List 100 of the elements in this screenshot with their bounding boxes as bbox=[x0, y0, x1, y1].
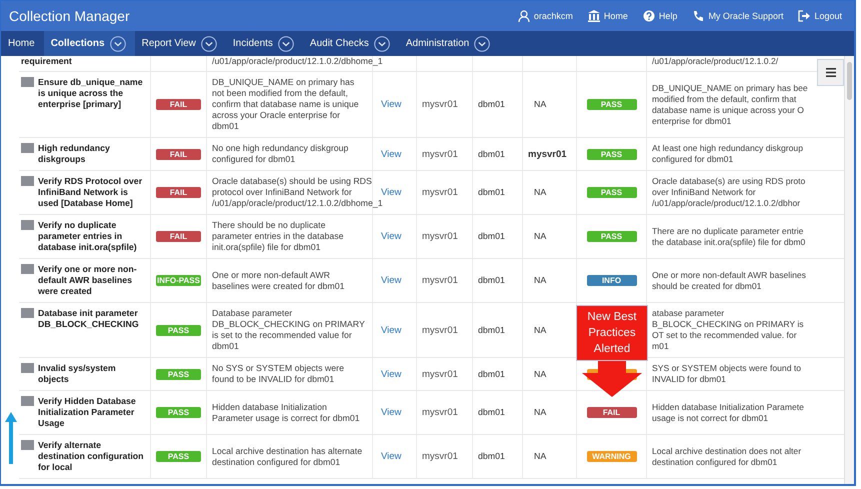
menu-button[interactable] bbox=[817, 59, 844, 86]
table-cell: dbm01 bbox=[478, 231, 505, 242]
nav-tab[interactable]: Report View bbox=[134, 31, 226, 56]
table-cell: dbm01 bbox=[478, 324, 505, 336]
table-cell: mysvr01 bbox=[422, 99, 458, 110]
header-link[interactable]: Help bbox=[642, 10, 678, 22]
table-cell: mysvr01 bbox=[422, 368, 458, 380]
status-badge: FAIL bbox=[156, 187, 201, 198]
table-cell: mysvr01 bbox=[422, 451, 458, 462]
table-cell: dbm01 bbox=[478, 275, 505, 286]
menu-icon bbox=[826, 68, 836, 77]
message-text: Oracle database(s) are using RDS proto over InfiniBand Network for /u01/app/oracle/product/12.1.0.2/dbhor bbox=[652, 176, 806, 209]
status-badge: FAIL bbox=[156, 231, 201, 242]
nav-tab[interactable]: Administration bbox=[398, 31, 500, 56]
up-arrow bbox=[5, 412, 17, 464]
message-text: atabase parameter B_BLOCK_CHECKING on PRIMARY is OT set to the recommended value. for m01 bbox=[652, 308, 804, 352]
nav-tab[interactable]: Audit Checks bbox=[302, 31, 399, 56]
status-badge: PASS bbox=[586, 99, 636, 110]
building-icon bbox=[588, 10, 600, 22]
check-name: Verify RDS Protocol over InfiniBand Network is used [Database Home] bbox=[38, 176, 144, 209]
logout-icon bbox=[798, 10, 810, 22]
check-name: Verify one or more non-default AWR baselines were created bbox=[38, 264, 138, 297]
table-cell-text: NA bbox=[533, 451, 546, 462]
header-link[interactable]: Logout bbox=[798, 10, 842, 22]
message-text: At least one high redundancy diskgroup configured for dbm01 bbox=[652, 143, 803, 165]
check-name: Verify Hidden Database Initialization Parameter Usage bbox=[38, 396, 137, 429]
nav-tab[interactable]: Incidents bbox=[226, 31, 303, 56]
table-cell: mysvr01 bbox=[422, 407, 458, 418]
status-badge: PASS bbox=[586, 187, 636, 198]
status-badge: PASS bbox=[156, 451, 201, 462]
check-name: requirement bbox=[21, 56, 72, 67]
view-link[interactable]: View bbox=[378, 368, 402, 380]
table-cell-text: NA bbox=[533, 368, 546, 380]
message-text: One or more non-default AWR baselines were created for dbm01 bbox=[212, 270, 346, 292]
message-text: /u01/app/oracle/product/12.1.0.2/ bbox=[652, 56, 778, 67]
message-text: Hidden database Initialization Parameter usage is correct for dbm01 bbox=[212, 402, 361, 424]
message-text: There are no duplicate parameter entrie the database init.ora(spfile) file for dbm0 bbox=[652, 226, 806, 248]
table-cell: mysvr01 bbox=[422, 187, 458, 198]
message-text: No one high redundancy diskgroup configured for dbm01 bbox=[212, 143, 350, 165]
status-badge: PASS bbox=[586, 148, 636, 160]
nav-tab[interactable]: Home bbox=[1, 31, 44, 56]
nav-tab[interactable]: Collections bbox=[44, 31, 135, 56]
table-cell: dbm01 bbox=[478, 187, 505, 198]
callout: New Best Practices Alerted bbox=[576, 305, 648, 361]
view-link[interactable]: View bbox=[378, 451, 402, 462]
table-cell: mysvr01 bbox=[422, 231, 458, 242]
view-link[interactable]: View bbox=[378, 231, 402, 242]
phone-icon bbox=[692, 10, 704, 22]
message-text: No SYS or SYSTEM objects were found to be INVALID for dbm01 bbox=[212, 363, 346, 385]
view-link[interactable]: View bbox=[378, 187, 402, 198]
message-text: One or more non-default AWR baselines should be created for dbm01 bbox=[652, 270, 806, 292]
message-text: Hidden database Initialization Paramete usage is not correct for dbm01 bbox=[652, 402, 804, 424]
message-text: There should be no duplicate parameter entries in the database init.ora(spfile) file for dbm01 bbox=[212, 220, 345, 253]
message-text: DB_UNIQUE_NAME on primary has bee modified from the default, confirm that database name is unique across your O enterprise for dbm01 bbox=[652, 82, 808, 126]
scrollbar[interactable] bbox=[844, 56, 854, 484]
user-icon bbox=[518, 10, 530, 22]
status-badge: PASS bbox=[586, 231, 636, 242]
table-cell: dbm01 bbox=[478, 99, 505, 110]
table-cell-text: NA bbox=[533, 99, 546, 110]
table-cell: dbm01 bbox=[478, 148, 505, 160]
message-text: /u01/app/oracle/product/12.1.0.2/dbhome_1 bbox=[212, 56, 383, 67]
header-link[interactable]: My Oracle Support bbox=[692, 10, 784, 22]
callout-arrow bbox=[582, 361, 642, 397]
table-cell: mysvr01 bbox=[422, 275, 458, 286]
table-cell: dbm01 bbox=[478, 368, 505, 380]
view-link[interactable]: View bbox=[378, 148, 402, 160]
table-cell-text: NA bbox=[533, 231, 546, 242]
check-name: Verify no duplicate parameter entries in database init.ora(spfile) bbox=[38, 220, 138, 253]
view-link[interactable]: View bbox=[378, 99, 402, 110]
status-badge: FAIL bbox=[156, 99, 201, 110]
table-cell-text: NA bbox=[533, 407, 546, 418]
header-link[interactable]: Home bbox=[588, 10, 628, 22]
status-badge: PASS bbox=[156, 407, 201, 418]
table-cell: dbm01 bbox=[478, 451, 505, 462]
status-badge: FAIL bbox=[156, 148, 201, 160]
header-link[interactable]: orachkcm bbox=[518, 10, 573, 22]
message-text: Local archive destination has alternate destination configured for dbm01 bbox=[212, 446, 364, 468]
table-cell-text: NA bbox=[533, 275, 546, 286]
status-badge: PASS bbox=[156, 324, 201, 336]
message-text: DB_UNIQUE_NAME on primary has not been modified from the default, confirm that database name is unique across your Oracle enterprise for dbm01 bbox=[212, 77, 360, 132]
check-name: Invalid sys/system objects bbox=[38, 363, 117, 385]
message-text: SYS or SYSTEM objects were found to INVALID for dbm01 bbox=[652, 363, 802, 385]
table-cell: mysvr01 bbox=[422, 324, 458, 336]
status-badge: PASS bbox=[156, 368, 201, 380]
app-title: Collection Manager bbox=[9, 8, 130, 24]
table-cell: mysvr01 bbox=[422, 148, 458, 160]
view-link[interactable]: View bbox=[378, 324, 402, 336]
check-name: Verify alternate destination configuration for local bbox=[38, 440, 145, 473]
message-text: Local archive destination does not alter destination configured for dbm01 bbox=[652, 446, 802, 468]
check-name: High redundancy diskgroups bbox=[38, 143, 111, 165]
table-cell: dbm01 bbox=[478, 407, 505, 418]
table-cell: mysvr01 bbox=[528, 148, 567, 160]
status-badge: FAIL bbox=[586, 407, 636, 418]
view-link[interactable]: View bbox=[378, 275, 402, 286]
message-text: Database parameter DB_BLOCK_CHECKING on PRIMARY is set to the recommended value for dbm01 bbox=[212, 308, 366, 352]
table-cell-text: NA bbox=[533, 187, 546, 198]
check-name: Ensure db_unique_name is unique across the enterprise [primary] bbox=[38, 77, 144, 110]
view-link[interactable]: View bbox=[378, 407, 402, 418]
status-badge: INFO bbox=[586, 275, 636, 286]
help-icon bbox=[642, 10, 655, 22]
